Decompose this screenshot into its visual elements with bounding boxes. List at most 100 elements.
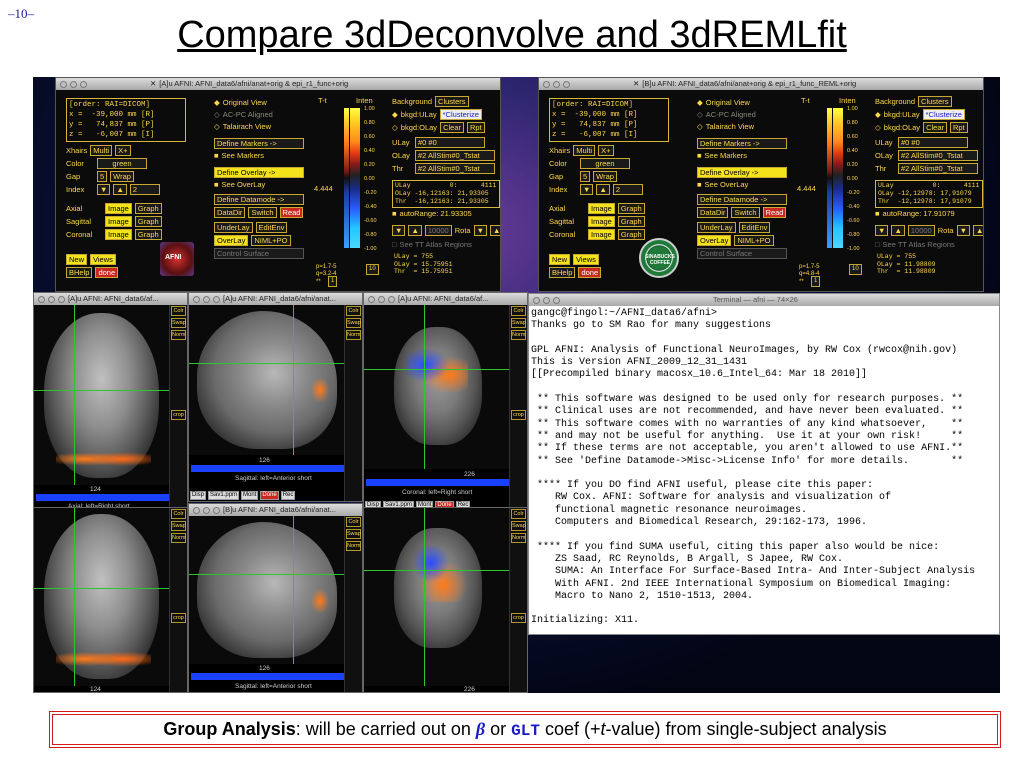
threshold-level[interactable]: 4.444 [314,184,333,194]
olay-select[interactable]: #2 AllStim#0_Tstat [415,150,495,161]
crop-button[interactable]: crop [171,613,186,623]
clusterize-button[interactable]: *Clusterize [439,109,482,120]
ulay-select[interactable]: #0 #0 [415,137,485,148]
close-icon[interactable] [193,295,200,303]
clear-button[interactable]: Clear [440,122,464,133]
datadir-button[interactable]: DataDir [214,207,246,218]
threshold-level[interactable]: 4.444 [797,184,816,194]
crop-button[interactable]: crop [511,410,526,420]
axial-image[interactable] [34,305,171,485]
coronal-image[interactable] [364,508,511,686]
viewer-titlebar[interactable]: [A]u AFNI: AFNI_data6/af... [34,293,187,305]
views-button[interactable]: Views [573,254,599,265]
define-overlay-button[interactable]: Define Overlay -> [697,167,787,178]
norm-button[interactable]: Norm [346,330,361,340]
slice-slider[interactable] [191,465,344,472]
see-tt-checkbox[interactable]: □ [392,240,397,250]
close-icon[interactable] [533,296,540,304]
swap-button[interactable]: Swap [511,318,526,328]
clear-button[interactable]: Clear [923,122,947,133]
range-down-icon[interactable]: ▼ [875,225,889,236]
xplus-toggle[interactable]: X+ [598,145,614,156]
range-input[interactable]: 10000 [424,225,452,236]
axial-image[interactable] [34,508,171,686]
ulay-select[interactable]: #0 #0 [898,137,968,148]
swap-button[interactable]: Swap [511,521,526,531]
rota-up-icon[interactable]: ▲ [973,225,983,236]
axial-graph-button[interactable]: Graph [617,203,645,214]
original-view-radio[interactable]: ◆ [697,98,703,108]
rota-down-icon[interactable]: ▼ [956,225,971,236]
gap-value[interactable]: 5 [97,171,108,182]
rec-button[interactable]: Rec [280,491,296,500]
read-button[interactable]: Read [762,207,787,218]
zoom-icon[interactable] [213,506,220,514]
control-surface-button[interactable]: Control Surface [214,248,304,259]
colr-button[interactable]: Colr [511,509,526,519]
bkgd-olay-radio[interactable]: ◇ [875,123,881,133]
sagittal-image[interactable] [189,516,346,664]
range-up-icon[interactable]: ▲ [891,225,905,236]
wrap-toggle[interactable]: Wrap [593,171,617,182]
datadir-button[interactable]: DataDir [697,207,729,218]
range-up-icon[interactable]: ▲ [408,225,422,236]
xhairs-menu[interactable]: Multi [90,145,113,156]
minimize-icon[interactable] [203,506,210,514]
sagittal-image-button[interactable]: Image [588,216,615,227]
niml-button[interactable]: NIML+PO [251,235,291,246]
swap-button[interactable]: Swap [346,318,361,328]
done-button[interactable]: Done [260,491,279,500]
rota-up-icon[interactable]: ▲ [490,225,500,236]
wrap-toggle[interactable]: Wrap [110,171,134,182]
zoom-icon[interactable] [553,296,560,304]
zoom-icon[interactable] [80,80,87,88]
see-tt-checkbox[interactable]: □ [875,240,880,250]
switch-button[interactable]: Switch [731,207,760,218]
define-markers-button[interactable]: Define Markers -> [697,138,787,149]
coronal-graph-button[interactable]: Graph [134,229,162,240]
axial-graph-button[interactable]: Graph [134,203,162,214]
bkgd-olay-radio[interactable]: ◇ [392,123,398,133]
coronal-graph-button[interactable]: Graph [617,229,645,240]
colr-button[interactable]: Colr [171,509,186,519]
minimize-icon[interactable] [543,296,550,304]
colorbar-wide[interactable] [350,108,360,248]
swap-button[interactable]: Swap [171,521,186,531]
color-menu[interactable]: green [580,158,630,169]
viewer-titlebar[interactable]: [A]u AFNI: AFNI_data6/af... [364,293,527,305]
index-up-arrow-icon[interactable]: ▲ [596,184,610,195]
clusterize-button[interactable]: *Clusterize [922,109,965,120]
see-markers-checkbox[interactable]: ■ [697,151,702,161]
done-button[interactable]: done [578,267,602,278]
save-button[interactable]: Sav1.ppm [208,491,240,500]
axial-image-button[interactable]: Image [588,203,615,214]
clusters-menu[interactable]: Clusters [435,96,469,107]
new-button[interactable]: New [549,254,571,265]
colorbar-narrow[interactable] [344,108,349,248]
control-surface-button[interactable]: Control Surface [697,248,787,259]
crop-button[interactable]: crop [511,613,526,623]
define-overlay-button[interactable]: Define Overlay -> [214,167,304,178]
viewer-titlebar[interactable]: [A]u AFNI: AFNI_data6/afni/anat... [189,293,362,305]
rpt-button[interactable]: Rpt [467,122,485,133]
index-up-arrow-icon[interactable]: ▲ [113,184,127,195]
thr-select[interactable]: #2 AllStim#0_Tstat [898,163,978,174]
zoom-icon[interactable] [388,295,395,303]
see-overlay-checkbox[interactable]: ■ [214,180,219,190]
index-input[interactable]: 2 [612,184,643,195]
done-button[interactable]: done [95,267,119,278]
define-datamode-button[interactable]: Define Datamode -> [697,194,787,205]
minimize-icon[interactable] [203,295,210,303]
coronal-image-button[interactable]: Image [105,229,132,240]
olay-select[interactable]: #2 AllStim#0_Tstat [898,150,978,161]
rota-down-icon[interactable]: ▼ [473,225,488,236]
clusters-menu[interactable]: Clusters [918,96,952,107]
editenv-button[interactable]: EditEnv [255,222,288,233]
terminal-titlebar[interactable]: Terminal — afni — 74×26 [529,294,999,306]
ten-spinner[interactable]: 10 [366,264,379,275]
thr-select[interactable]: #2 AllStim#0_Tstat [415,163,495,174]
switch-button[interactable]: Switch [248,207,277,218]
index-down-arrow-icon[interactable]: ▼ [97,184,111,195]
norm-button[interactable]: Norm [346,541,361,551]
talairach-radio[interactable]: ◇ [697,122,703,132]
